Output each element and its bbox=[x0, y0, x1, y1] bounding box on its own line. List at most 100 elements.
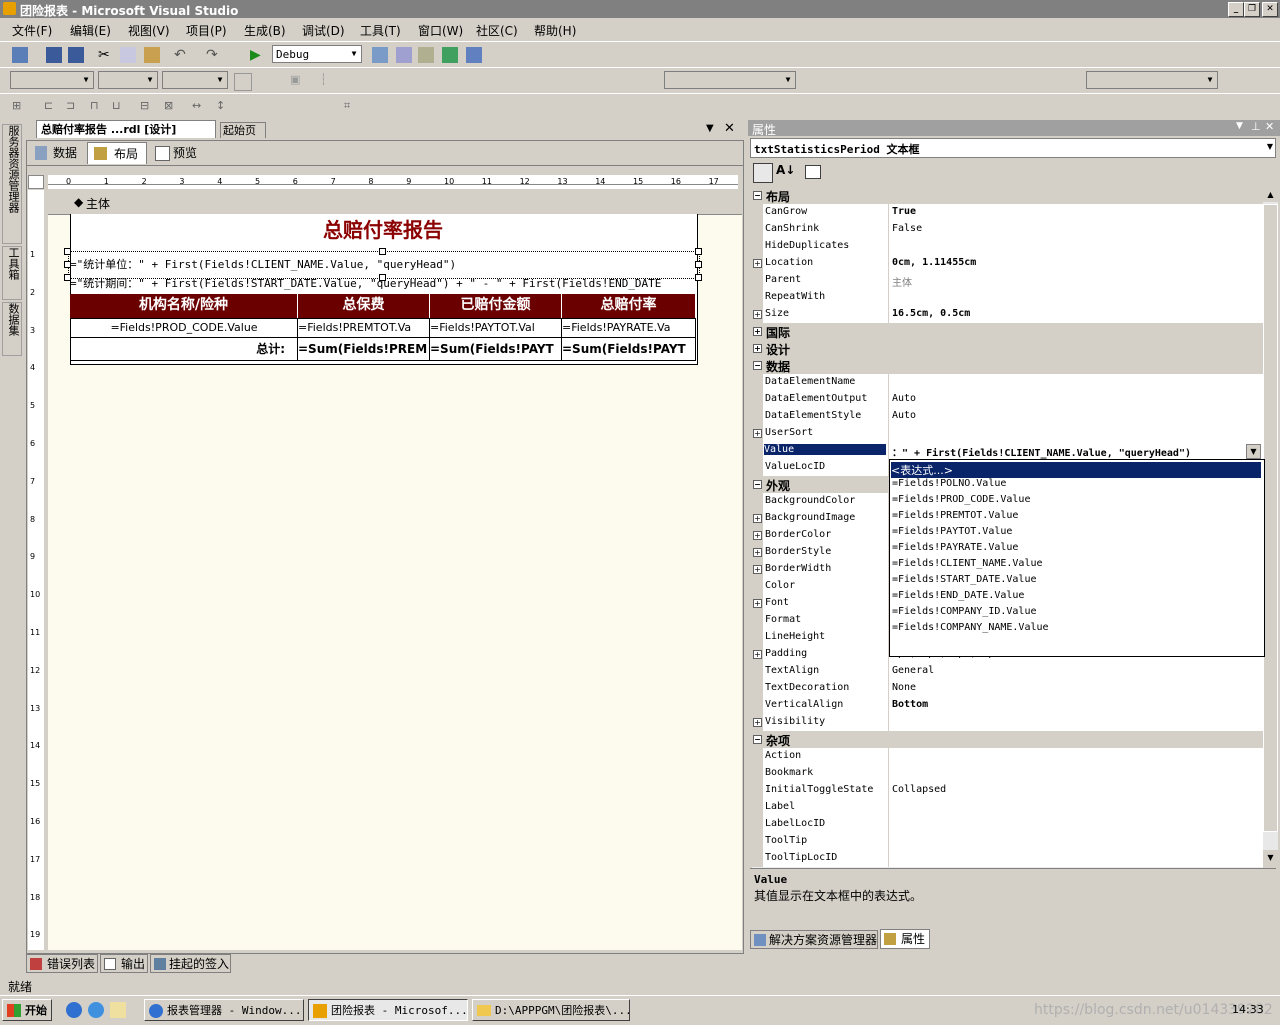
size-to-grid-icon[interactable]: ⌗ bbox=[344, 99, 360, 115]
property-value[interactable]: 16.5cm, 0.5cm bbox=[892, 308, 970, 319]
ie-icon[interactable] bbox=[66, 1002, 82, 1018]
property-category[interactable]: + 国际 bbox=[752, 323, 1263, 341]
menu-edit[interactable]: 编辑(E) bbox=[70, 22, 111, 39]
property-row[interactable]: RepeatWith bbox=[752, 289, 1263, 307]
report-item-select[interactable]: ▼ bbox=[1086, 71, 1218, 89]
task-explorer-folder[interactable]: D:\APPPGM\团险报表\... bbox=[472, 999, 630, 1021]
close-document-icon[interactable]: ✕ bbox=[724, 121, 735, 136]
server-explorer-tab[interactable]: 服务器资源管理器 bbox=[2, 124, 22, 244]
collapse-icon[interactable]: − bbox=[753, 480, 762, 489]
object-browser-icon[interactable] bbox=[442, 47, 458, 63]
property-grid-scrollbar[interactable]: ▲ ▼ bbox=[1263, 187, 1278, 865]
table-cell-paytot[interactable]: =Fields!PAYTOT.Val bbox=[429, 318, 562, 338]
property-value[interactable]: 主体 bbox=[892, 274, 912, 289]
save-icon[interactable] bbox=[46, 47, 62, 63]
table-header-rate[interactable]: 总赔付率 bbox=[562, 294, 695, 318]
resize-handle[interactable] bbox=[64, 248, 71, 255]
menu-tools[interactable]: 工具(T) bbox=[360, 22, 401, 39]
expand-icon[interactable]: + bbox=[753, 565, 762, 574]
tab-start-page[interactable]: 起始页 bbox=[220, 122, 266, 138]
start-debug-icon[interactable]: ▶ bbox=[250, 47, 266, 63]
property-row[interactable]: ToolTip bbox=[752, 833, 1263, 851]
resize-handle[interactable] bbox=[64, 274, 71, 281]
property-category[interactable]: − 布局 bbox=[752, 187, 1263, 205]
property-row[interactable]: VerticalAlign Bottom bbox=[752, 697, 1263, 715]
property-value[interactable]: None bbox=[892, 682, 916, 693]
expand-icon[interactable]: + bbox=[753, 531, 762, 540]
property-row[interactable]: + Size 16.5cm, 0.5cm bbox=[752, 306, 1263, 324]
subtab-preview[interactable]: 预览 bbox=[151, 143, 211, 163]
dropdown-option[interactable]: =Fields!PAYRATE.Value bbox=[892, 542, 1018, 553]
property-row[interactable]: + Location 0cm, 1.11455cm bbox=[752, 255, 1263, 273]
table-header-premium[interactable]: 总保费 bbox=[298, 294, 429, 318]
expand-icon[interactable]: + bbox=[753, 650, 762, 659]
report-title[interactable]: 总赔付率报告 bbox=[70, 216, 696, 244]
menu-project[interactable]: 项目(P) bbox=[186, 22, 227, 39]
expand-icon[interactable]: + bbox=[753, 599, 762, 608]
property-row[interactable]: + UserSort bbox=[752, 425, 1263, 443]
paste-icon[interactable] bbox=[144, 47, 160, 63]
tab-properties[interactable]: 属性 bbox=[880, 929, 930, 949]
collapse-icon[interactable]: − bbox=[753, 735, 762, 744]
table-total-premium[interactable]: =Sum(Fields!PREM bbox=[297, 337, 430, 361]
categorized-icon[interactable] bbox=[753, 163, 773, 183]
redo-icon[interactable]: ↷ bbox=[206, 47, 222, 63]
property-row[interactable]: Label bbox=[752, 799, 1263, 817]
property-value[interactable]: Bottom bbox=[892, 699, 928, 710]
dropdown-option[interactable]: =Fields!POLNO.Value bbox=[892, 478, 1006, 489]
dropdown-option[interactable]: =Fields!COMPANY_NAME.Value bbox=[892, 622, 1049, 633]
vertical-spacing-icon[interactable]: ↕ bbox=[216, 99, 232, 115]
table-total-rate[interactable]: =Sum(Fields!PAYT bbox=[561, 337, 696, 361]
property-row[interactable]: TextAlign General bbox=[752, 663, 1263, 681]
collapse-icon[interactable]: − bbox=[753, 361, 762, 370]
resize-handle[interactable] bbox=[64, 261, 71, 268]
cut-icon[interactable]: ✂ bbox=[98, 47, 114, 63]
property-row[interactable]: HideDuplicates bbox=[752, 238, 1263, 256]
expand-icon[interactable]: + bbox=[753, 514, 762, 523]
tab-list-icon[interactable]: ▼ bbox=[706, 123, 714, 134]
expand-icon[interactable]: + bbox=[753, 327, 762, 336]
property-value[interactable]: Auto bbox=[892, 410, 916, 421]
property-row[interactable]: Value ：" + First(Fields!CLIENT_NAME.Value… bbox=[752, 442, 1263, 460]
make-same-width-icon[interactable]: ⊟ bbox=[140, 99, 156, 115]
style-select[interactable]: ▼ bbox=[664, 71, 796, 89]
scroll-thumb[interactable] bbox=[1263, 204, 1278, 832]
resize-handle[interactable] bbox=[695, 274, 702, 281]
table-header-org[interactable]: 机构名称/险种 bbox=[70, 294, 297, 318]
txt-statistics-unit[interactable]: ="统计单位：" + First(Fields!CLIENT_NAME.Valu… bbox=[70, 257, 696, 273]
tab-solution-explorer[interactable]: 解决方案资源管理器 bbox=[750, 930, 878, 949]
expand-icon[interactable]: + bbox=[753, 429, 762, 438]
object-select[interactable]: txtStatisticsPeriod 文本框 ▼ bbox=[750, 138, 1276, 158]
task-visual-studio[interactable]: 团险报表 - Microsof... bbox=[308, 999, 468, 1021]
alphabetical-icon[interactable]: A↓ bbox=[776, 163, 796, 183]
body-band-header[interactable]: ◆ 主体 bbox=[48, 190, 742, 215]
property-row[interactable]: DataElementOutput Auto bbox=[752, 391, 1263, 409]
property-category[interactable]: + 设计 bbox=[752, 340, 1263, 358]
menu-file[interactable]: 文件(F) bbox=[12, 22, 52, 39]
tab-pending-checkins[interactable]: 挂起的签入 bbox=[150, 954, 231, 973]
resize-handle[interactable] bbox=[695, 261, 702, 268]
pin-icon[interactable]: ⊥ bbox=[1251, 120, 1261, 133]
toolbox-tab[interactable]: 工具箱 bbox=[2, 246, 22, 300]
align-to-grid-icon[interactable]: ⊞ bbox=[12, 99, 28, 115]
toolbox-icon[interactable] bbox=[418, 47, 434, 63]
dropdown-option[interactable]: =Fields!PREMTOT.Value bbox=[892, 510, 1018, 521]
property-row[interactable]: InitialToggleState Collapsed bbox=[752, 782, 1263, 800]
property-value[interactable]: 0cm, 1.11455cm bbox=[892, 257, 976, 268]
notepad-icon[interactable] bbox=[110, 1002, 126, 1018]
property-row[interactable]: DataElementStyle Auto bbox=[752, 408, 1263, 426]
property-value[interactable]: False bbox=[892, 223, 922, 234]
align-center-icon[interactable]: ⊐ bbox=[66, 99, 82, 115]
properties-window-icon[interactable] bbox=[396, 47, 412, 63]
new-project-icon[interactable] bbox=[12, 47, 28, 63]
borders-icon[interactable] bbox=[234, 73, 252, 91]
start-page-icon[interactable] bbox=[466, 47, 482, 63]
property-row[interactable]: DataElementName bbox=[752, 374, 1263, 392]
table-total-paid[interactable]: =Sum(Fields!PAYT bbox=[429, 337, 562, 361]
task-report-manager[interactable]: 报表管理器 - Window... bbox=[144, 999, 304, 1021]
property-row[interactable]: Bookmark bbox=[752, 765, 1263, 783]
tab-output[interactable]: 输出 bbox=[100, 954, 148, 973]
menu-build[interactable]: 生成(B) bbox=[244, 22, 286, 39]
property-pages-icon[interactable] bbox=[805, 165, 821, 179]
property-row[interactable]: Parent 主体 bbox=[752, 272, 1263, 290]
